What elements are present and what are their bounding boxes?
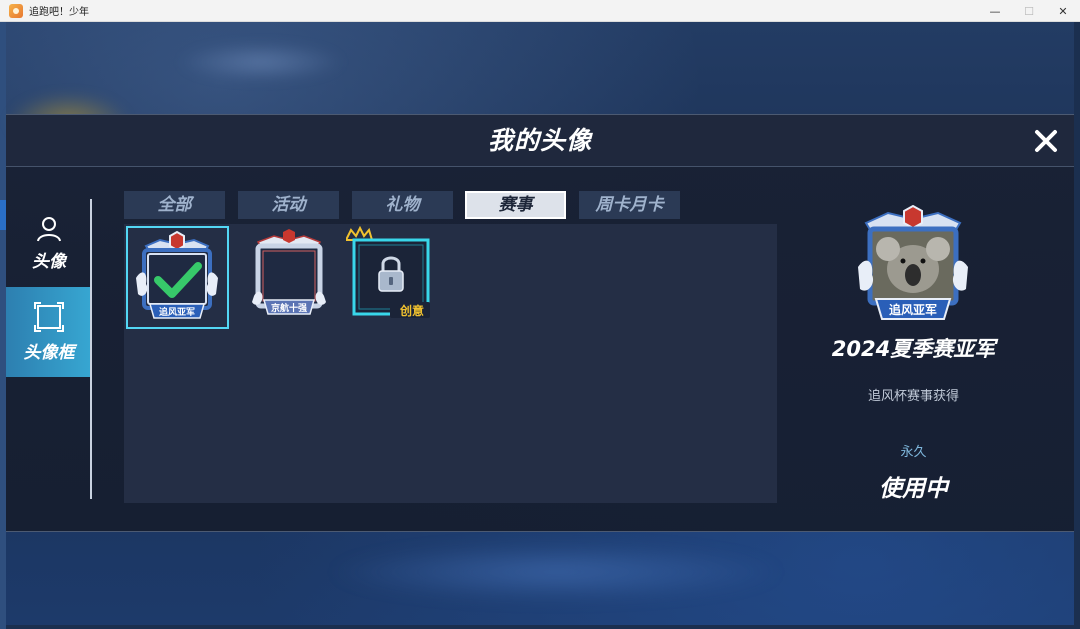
frame-item-creative-locked[interactable]: 创意: [344, 225, 449, 329]
modal-title: 我的头像: [487, 126, 592, 155]
background-blur: [326, 542, 786, 602]
frame-art: 创意: [344, 225, 430, 318]
frame-icon: [34, 301, 64, 332]
frame-detail-panel: 追风亚军 2024夏季赛亚军 追风杯赛事获得 永久 使用中: [786, 195, 1041, 515]
sidebar-item-label: 头像框: [23, 342, 75, 363]
frame-item-runner-up[interactable]: 追风亚军: [126, 226, 229, 329]
tab-weekly-monthly-card[interactable]: 周卡月卡: [579, 191, 680, 219]
maximize-button[interactable]: ☐: [1012, 0, 1046, 22]
frame-ribbon-text: 追风亚军: [159, 306, 195, 318]
tab-competitions[interactable]: 赛事: [465, 191, 566, 219]
frame-preview: 追风亚军: [848, 204, 978, 325]
frame-duration: 永久: [900, 445, 927, 460]
sidebar-divider: [90, 199, 92, 499]
frame-status-button[interactable]: 使用中: [786, 469, 1041, 503]
sidebar-item-avatar[interactable]: 头像: [6, 207, 92, 279]
preview-ribbon-text: 追风亚军: [889, 302, 937, 317]
frame-art: 京航十强: [252, 229, 326, 315]
window-close-button[interactable]: ✕: [1046, 0, 1080, 22]
person-icon: [37, 216, 61, 241]
frame-ribbon-text: 京航十强: [271, 302, 307, 314]
frame-badge-text: 创意: [399, 303, 424, 318]
app-icon: [9, 3, 23, 18]
background-blur: [176, 42, 346, 82]
frame-name: 2024夏季赛亚军: [831, 337, 996, 361]
sidebar-item-label: 头像: [32, 251, 66, 272]
tab-all[interactable]: 全部: [124, 191, 225, 219]
minimize-button[interactable]: —: [978, 0, 1012, 22]
close-icon: [1035, 130, 1057, 152]
frame-grid: 追风亚军 京航十强 创意: [124, 224, 777, 503]
avatar-preview: 追风亚军: [858, 204, 968, 320]
avatar-modal: 我的头像 头像 头像框 全部 活动 礼物 赛事 周卡月卡 追风亚军 京航十强 创…: [6, 114, 1074, 532]
frame-art: 追风亚军: [136, 230, 218, 319]
modal-close-button[interactable]: [1032, 127, 1060, 155]
frame-item-top-ten[interactable]: 京航十强: [240, 226, 343, 329]
tab-gifts[interactable]: 礼物: [352, 191, 453, 219]
crown-icon: [344, 225, 374, 241]
frame-source: 追风杯赛事获得: [867, 389, 959, 404]
sidebar-item-frame[interactable]: 头像框: [6, 287, 92, 377]
tab-events[interactable]: 活动: [238, 191, 339, 219]
window-controls: — ☐ ✕: [978, 0, 1080, 22]
window-title: 追跑吧！少年: [29, 7, 89, 18]
window-titlebar: 追跑吧！少年 — ☐ ✕: [0, 0, 1080, 22]
